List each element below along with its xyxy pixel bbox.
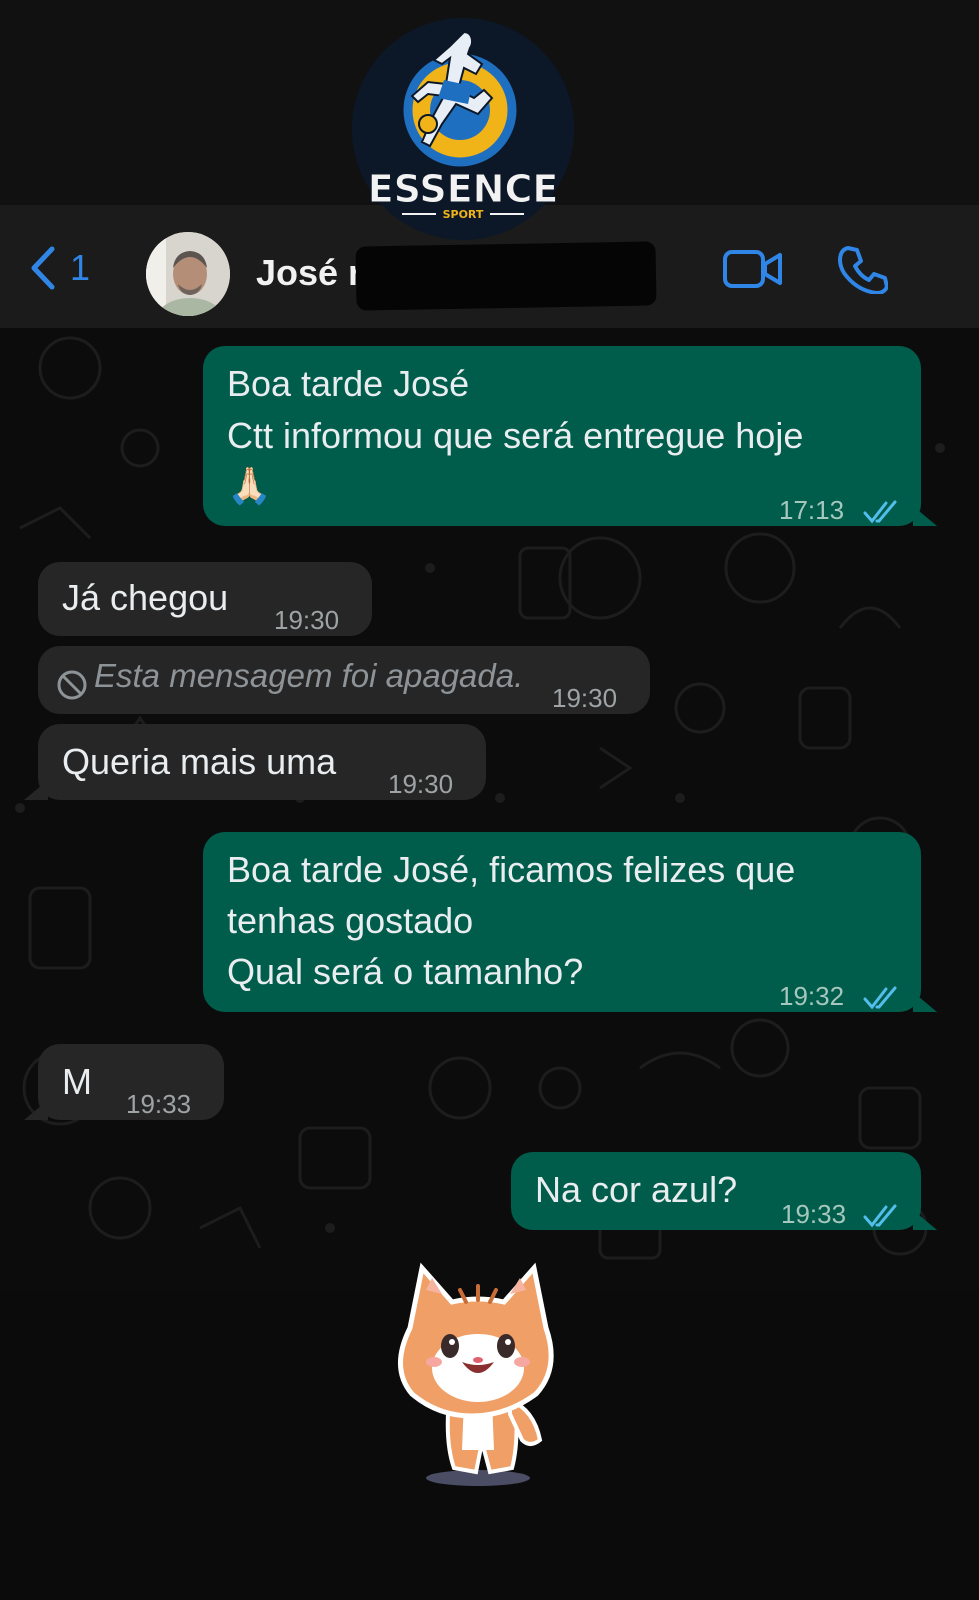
logo-subtext: SPORT [443,208,484,221]
message-outgoing[interactable]: Na cor azul? 19:33 [511,1152,921,1230]
essence-sport-logo: ESSENCE SPORT [352,18,574,240]
message-time: 19:33 [781,1199,847,1229]
unread-count: 1 [70,247,91,288]
deleted-message-text: Esta mensagem foi apagada. [94,657,524,694]
back-button[interactable]: 1 [28,245,90,291]
message-time: 19:33 [126,1089,192,1119]
message-deleted[interactable]: Esta mensagem foi apagada. 19:30 [38,646,650,714]
message-incoming[interactable]: M 19:33 [38,1044,224,1120]
message-incoming[interactable]: Já chegou 19:30 [38,562,372,636]
double-check-icon [863,1190,901,1242]
logo-text: ESSENCE [368,167,559,211]
message-text: Qual será o tamanho? [227,951,584,992]
emoji-folded-hands: 🙏🏻 [227,465,272,506]
message-text: Na cor azul? [535,1169,738,1210]
video-call-icon[interactable] [722,248,784,290]
message-outgoing[interactable]: Boa tarde José Ctt informou que será ent… [203,346,921,526]
message-text: Boa tarde José [227,363,470,404]
message-time: 17:13 [779,495,845,525]
contact-name[interactable]: José r [256,252,362,294]
message-text: Ctt informou que será entregue hoje [227,415,804,456]
contact-avatar[interactable] [146,232,230,316]
message-time: 19:32 [779,981,845,1011]
waving-cat-sticker [390,1250,565,1490]
message-text: Queria mais uma [62,741,337,782]
message-time: 19:30 [388,769,454,799]
double-check-icon [863,972,901,1024]
message-text: Boa tarde José, ficamos felizes que [227,849,796,890]
message-incoming[interactable]: Queria mais uma 19:30 [38,724,486,800]
message-text: Já chegou [62,577,229,618]
message-time: 19:30 [274,605,340,635]
redaction-mark [355,241,657,311]
chevron-left-icon [28,245,58,291]
blocked-icon [56,663,88,715]
message-time: 19:30 [552,683,618,713]
message-text: M [62,1061,92,1102]
message-outgoing[interactable]: Boa tarde José, ficamos felizes que tenh… [203,832,921,1012]
double-check-icon [863,486,901,538]
message-text: tenhas gostado [227,900,474,941]
phone-icon[interactable] [838,244,888,294]
